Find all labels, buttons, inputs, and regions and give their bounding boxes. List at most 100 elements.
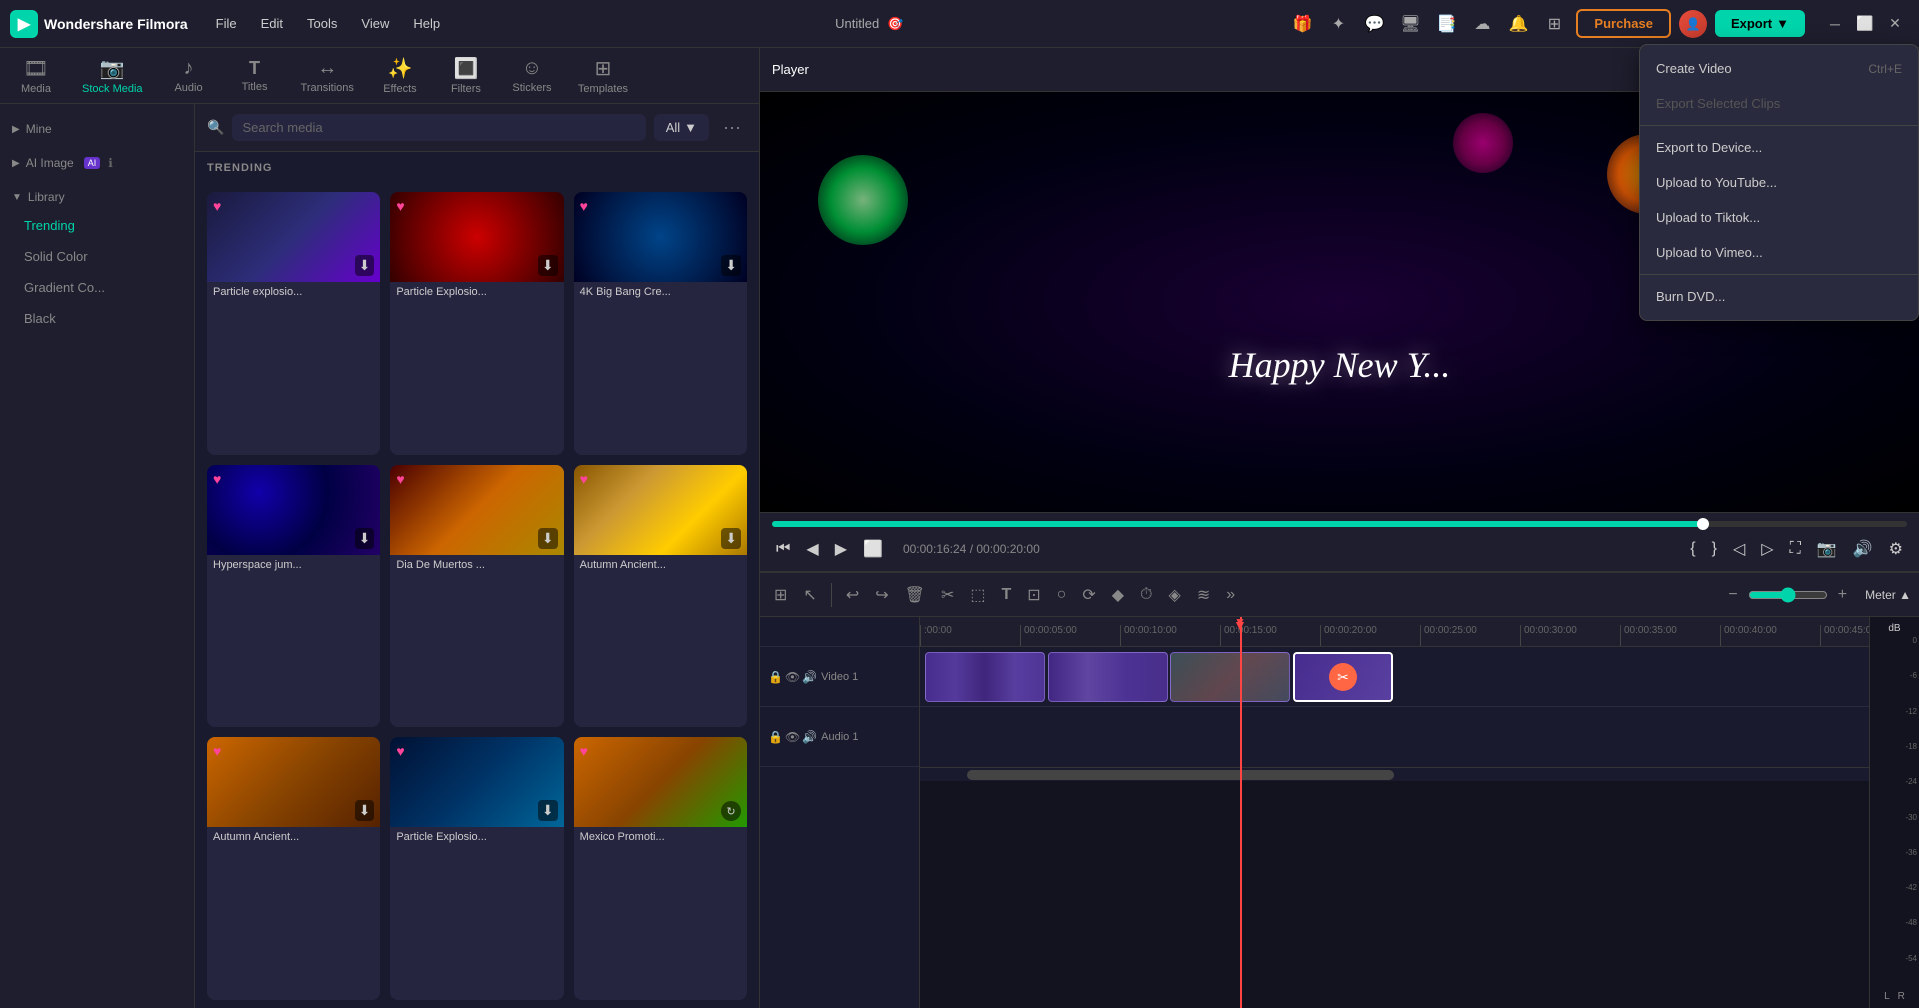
dropdown-item-upload-youtube[interactable]: Upload to YouTube... [1640, 165, 1918, 200]
more-tools-button[interactable]: » [1220, 582, 1241, 608]
magic-icon[interactable]: ✦ [1324, 10, 1352, 38]
avatar[interactable]: 👤 [1679, 10, 1707, 38]
crop-button[interactable]: ⬚ [964, 581, 991, 609]
fullscreen-button[interactable]: ⛶ [1786, 536, 1805, 562]
progress-bar[interactable] [772, 521, 1907, 527]
transform-button[interactable]: ⊡ [1021, 581, 1046, 609]
minimize-button[interactable]: ─ [1821, 10, 1849, 38]
keyframe-button[interactable]: ◆ [1106, 581, 1130, 609]
add-track-button[interactable]: ⊞ [768, 581, 793, 609]
chat-icon[interactable]: 💬 [1360, 10, 1388, 38]
media-card[interactable]: ♥ ⬇ Particle explosio... [207, 192, 380, 455]
zoom-slider[interactable] [1748, 587, 1828, 603]
frame-back-button[interactable]: ◀ [802, 535, 822, 563]
media-card[interactable]: ♥ ⬇ Particle Explosio... [390, 737, 563, 1000]
sidebar-item-solid-color[interactable]: Solid Color [4, 241, 190, 272]
playhead[interactable]: ▼ [1240, 617, 1242, 1008]
eye-icon[interactable]: 👁 [785, 670, 800, 684]
tab-filters[interactable]: 🔳 Filters [434, 50, 498, 101]
more-options-button[interactable]: ··· [717, 115, 747, 140]
filter-button[interactable]: All ▼ [654, 114, 709, 141]
sidebar-header-library[interactable]: ▼ Library [0, 184, 194, 210]
media-card[interactable]: ♥ ⬇ Hyperspace jum... [207, 465, 380, 728]
dropdown-item-upload-vimeo[interactable]: Upload to Vimeo... [1640, 235, 1918, 270]
grid-icon[interactable]: ⊞ [1540, 10, 1568, 38]
speed-button[interactable]: ⏱ [1134, 582, 1158, 608]
dropdown-item-burn-dvd[interactable]: Burn DVD... [1640, 279, 1918, 314]
text-button[interactable]: T [995, 582, 1017, 608]
tab-stickers[interactable]: ☺ Stickers [500, 51, 564, 100]
clip[interactable] [1048, 652, 1168, 702]
purchase-button[interactable]: Purchase [1576, 9, 1671, 38]
menu-file[interactable]: File [206, 12, 247, 35]
menu-edit[interactable]: Edit [251, 12, 293, 35]
next-mark-button[interactable]: ▷ [1757, 535, 1777, 563]
split-button[interactable]: ✂ [935, 581, 960, 609]
clip[interactable] [925, 652, 1045, 702]
gift-icon[interactable]: 🎁 [1288, 10, 1316, 38]
clip[interactable] [1170, 652, 1290, 702]
snapshot-button[interactable]: 📷 [1813, 535, 1841, 563]
zoom-in-button[interactable]: + [1832, 582, 1853, 608]
menu-help[interactable]: Help [403, 12, 450, 35]
audio-button[interactable]: 🔊 [1849, 535, 1877, 563]
monitor-icon[interactable]: 🖥 [1396, 10, 1424, 38]
media-card[interactable]: ♥ ⬇ Autumn Ancient... [207, 737, 380, 1000]
bookmark-icon[interactable]: 📑 [1432, 10, 1460, 38]
mask-button[interactable]: ○ [1051, 582, 1073, 608]
dropdown-item-create-video[interactable]: Create Video Ctrl+E [1640, 51, 1918, 86]
bell-icon[interactable]: 🔔 [1504, 10, 1532, 38]
sidebar-header-mine[interactable]: ▶ Mine [0, 116, 194, 142]
prev-mark-button[interactable]: ◁ [1729, 535, 1749, 563]
menu-view[interactable]: View [351, 12, 399, 35]
media-card[interactable]: ♥ ⬇ Particle Explosio... [390, 192, 563, 455]
tab-stock-media[interactable]: 📷 Stock Media [70, 50, 155, 101]
sidebar-header-ai-image[interactable]: ▶ AI Image AI ℹ [0, 150, 194, 176]
motion-button[interactable]: ⟳ [1076, 581, 1101, 609]
export-button[interactable]: Export ▼ [1715, 10, 1805, 37]
audio-mix-button[interactable]: ≋ [1191, 581, 1216, 609]
settings-button[interactable]: ⚙ [1885, 535, 1907, 563]
clip-selected[interactable]: ✂ [1293, 652, 1393, 702]
media-card[interactable]: ♥ ⬇ Autumn Ancient... [574, 465, 747, 728]
media-card[interactable]: ♥ ↻ Mexico Promoti... [574, 737, 747, 1000]
select-tool-button[interactable]: ↖ [797, 581, 822, 609]
search-input[interactable] [232, 114, 645, 141]
stop-button[interactable]: ⬜ [859, 535, 887, 563]
tab-media[interactable]: 🎞 Media [4, 50, 68, 101]
eye-icon[interactable]: 👁 [785, 730, 800, 744]
time-ruler[interactable]: :00:00 00:00:05:00 00:00:10:00 00:00:15:… [920, 617, 1869, 647]
mark-in-button[interactable]: { [1686, 536, 1699, 562]
tab-templates[interactable]: ⊞ Templates [566, 50, 640, 101]
sidebar-item-trending[interactable]: Trending [4, 210, 190, 241]
play-button[interactable]: ▶ [831, 535, 851, 563]
menu-tools[interactable]: Tools [297, 12, 347, 35]
maximize-button[interactable]: ⬜ [1851, 10, 1879, 38]
skip-back-button[interactable]: ⏮ [772, 536, 794, 562]
close-button[interactable]: ✕ [1881, 10, 1909, 38]
timeline-scrollbar[interactable] [920, 767, 1869, 781]
lock-icon[interactable]: 🔒 [768, 730, 783, 744]
dropdown-item-export-device[interactable]: Export to Device... [1640, 130, 1918, 165]
dropdown-item-upload-tiktok[interactable]: Upload to Tiktok... [1640, 200, 1918, 235]
zoom-out-button[interactable]: − [1722, 582, 1743, 608]
progress-thumb[interactable] [1697, 518, 1709, 530]
color-button[interactable]: ◈ [1163, 581, 1187, 609]
tab-effects[interactable]: ✨ Effects [368, 50, 432, 101]
cloud-icon[interactable]: ☁ [1468, 10, 1496, 38]
mark-out-button[interactable]: } [1708, 536, 1721, 562]
redo-button[interactable]: ↪ [869, 581, 894, 609]
tab-transitions[interactable]: ↔ Transitions [289, 51, 366, 100]
tab-titles[interactable]: T Titles [223, 52, 287, 99]
tab-audio[interactable]: ♪ Audio [157, 51, 221, 100]
scrollbar-thumb[interactable] [967, 770, 1394, 780]
lock-icon[interactable]: 🔒 [768, 670, 783, 684]
sidebar-item-black[interactable]: Black [4, 303, 190, 334]
media-card[interactable]: ♥ ⬇ Dia De Muertos ... [390, 465, 563, 728]
volume-icon[interactable]: 🔊 [802, 670, 817, 684]
media-card[interactable]: ♥ ⬇ 4K Big Bang Cre... [574, 192, 747, 455]
undo-button[interactable]: ↩ [840, 581, 865, 609]
volume-icon[interactable]: 🔊 [802, 730, 817, 744]
sidebar-item-gradient[interactable]: Gradient Co... [4, 272, 190, 303]
delete-button[interactable]: 🗑 [899, 581, 931, 609]
